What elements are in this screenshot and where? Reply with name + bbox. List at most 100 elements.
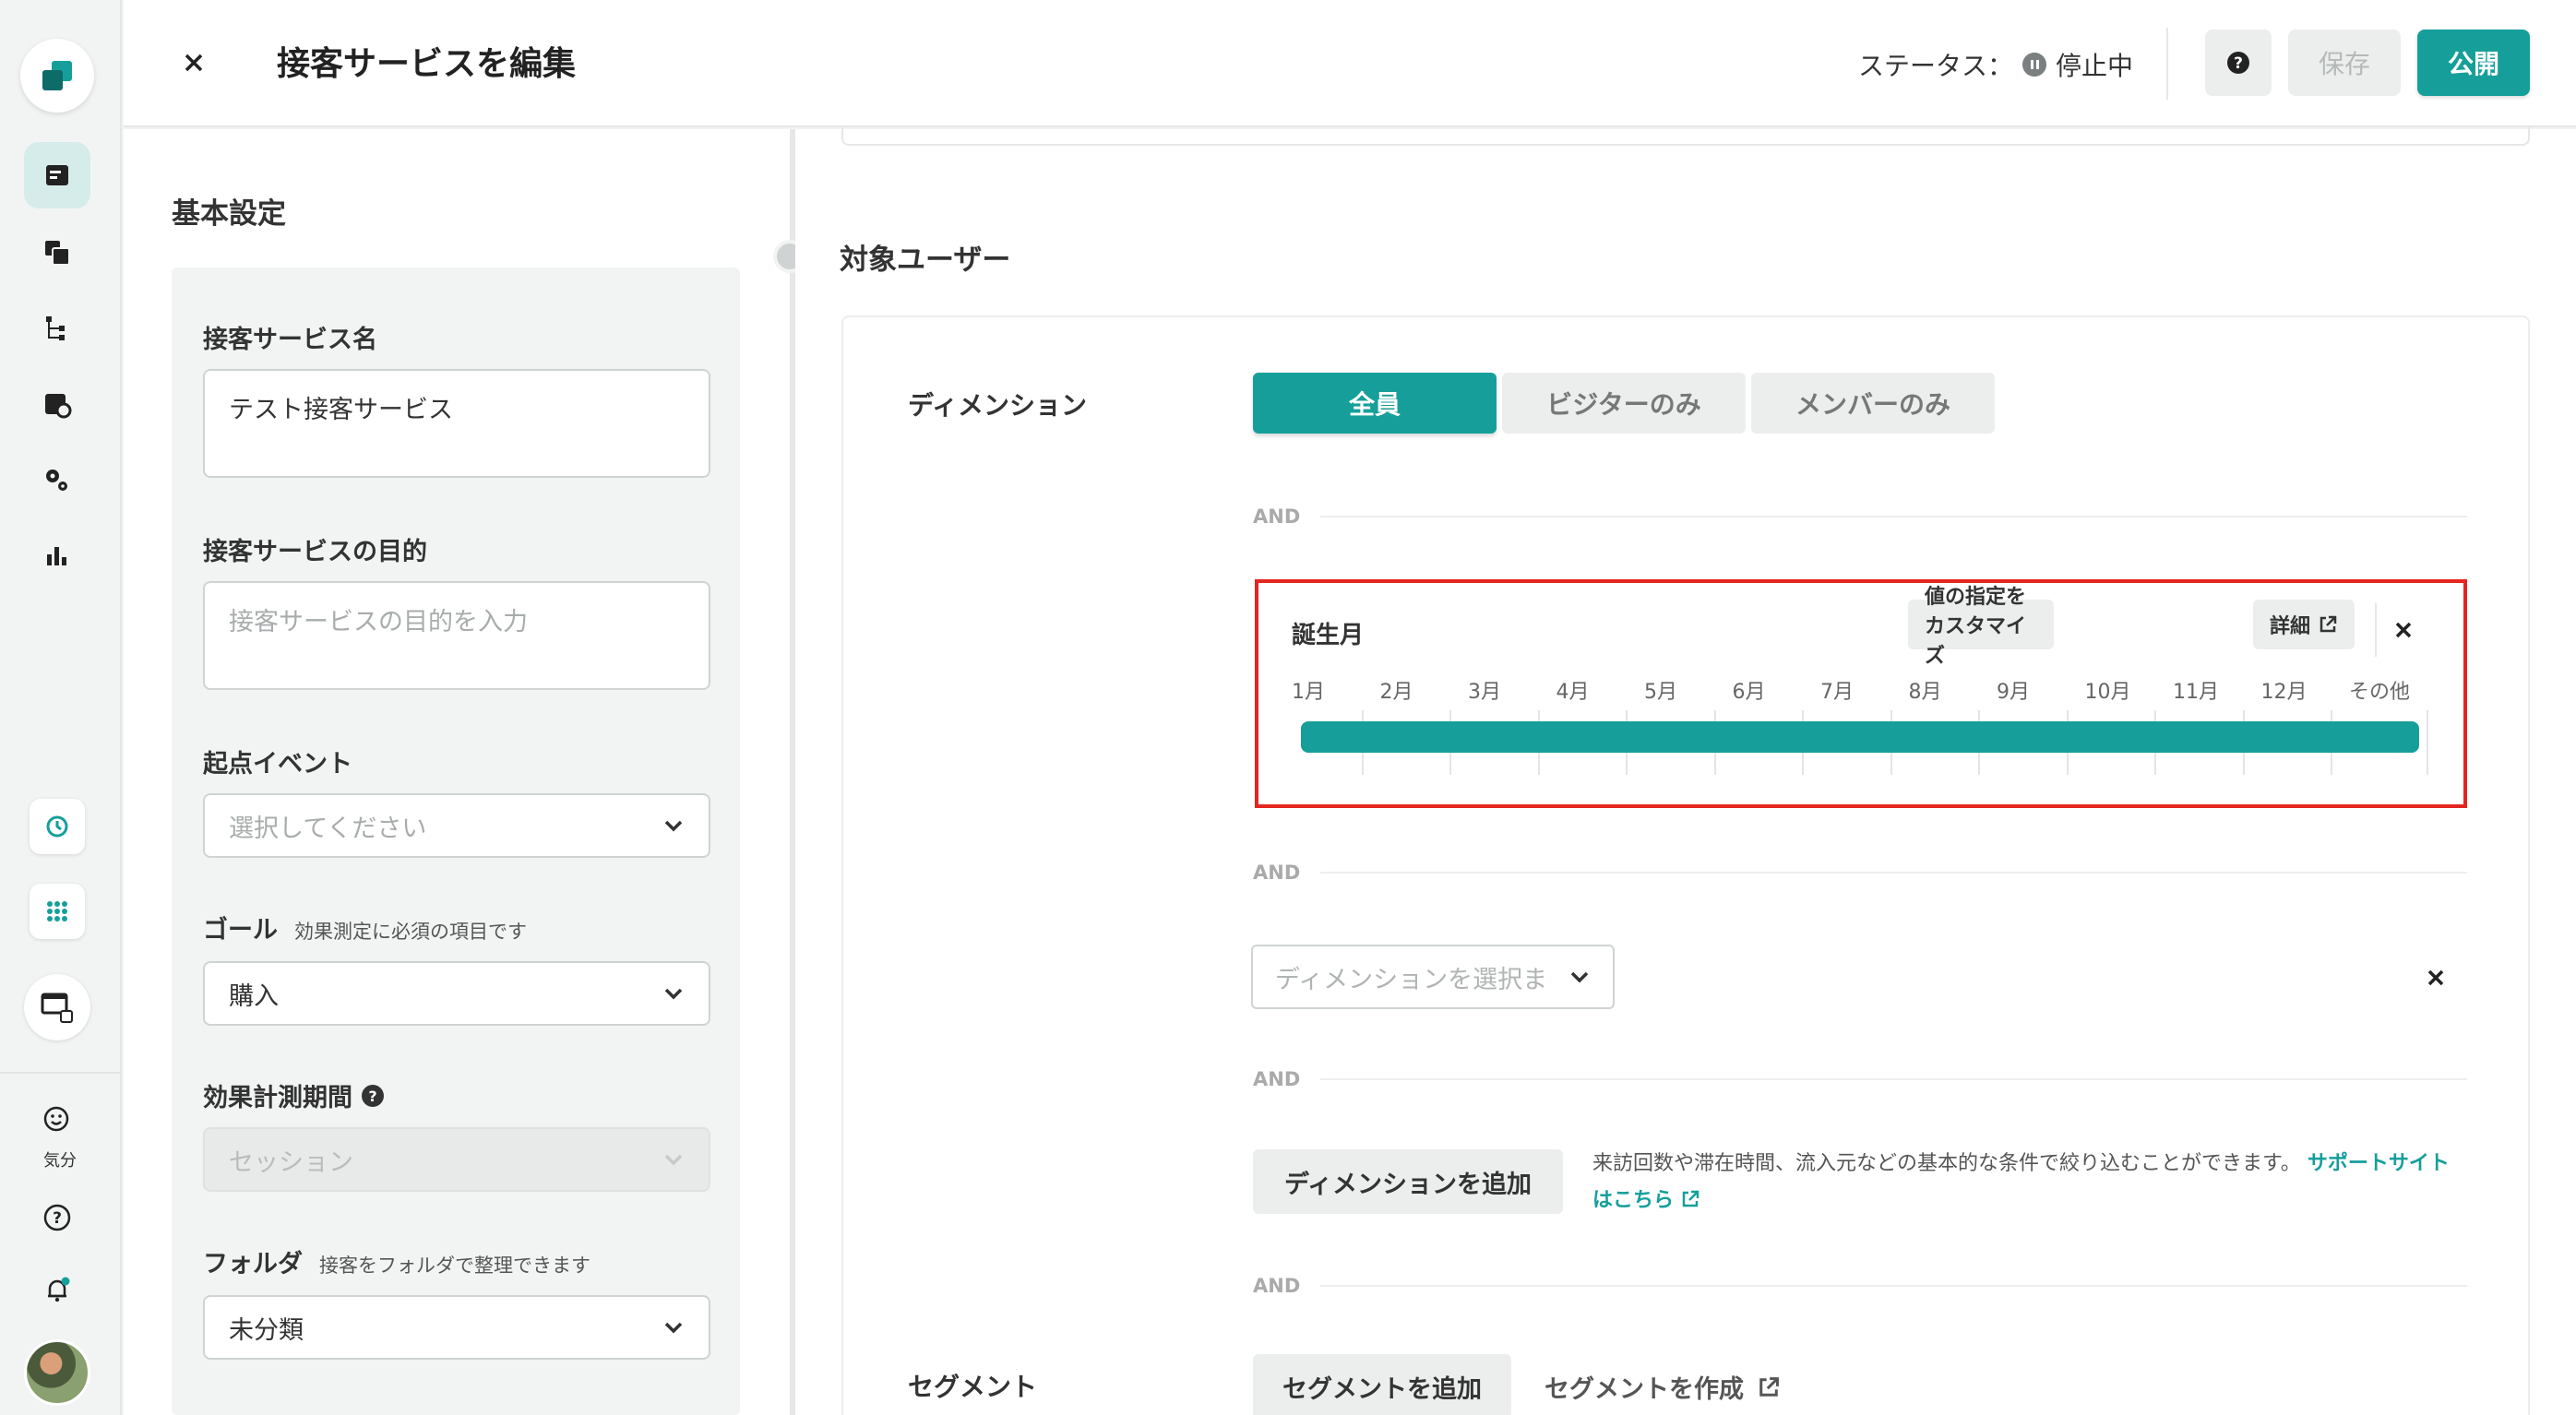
question-icon: ?	[2227, 52, 2249, 74]
period-value: セッション	[229, 1147, 353, 1177]
tab-visitors-only[interactable]: ビジターのみ	[1502, 373, 1746, 434]
mood-label: 気分	[43, 1151, 77, 1171]
app-logo[interactable]	[20, 39, 94, 113]
chevron-down-icon	[664, 988, 683, 1000]
notification-bell-icon[interactable]	[24, 1256, 90, 1323]
main-content: 対象ユーザー ディメンション 全員 ビジターのみ メンバーのみ AND 誕生月 …	[795, 127, 2576, 1415]
month-label: 8月	[1908, 681, 1942, 704]
pause-icon	[2022, 53, 2047, 77]
and-divider: AND	[1253, 1068, 2467, 1090]
start-event-label: 起点イベント	[203, 750, 352, 779]
add-dimension-button[interactable]: ディメンションを追加	[1253, 1149, 1563, 1214]
month-label: 7月	[1820, 681, 1854, 704]
top-bar: 接客サービスを編集 ステータス： 停止中 ? 保存 公開	[124, 0, 2576, 127]
nav-flow-icon[interactable]	[24, 295, 90, 362]
service-name-input[interactable]: テスト接客サービス	[203, 369, 710, 478]
status-label: ステータス：	[1858, 51, 2014, 81]
user-avatar[interactable]	[24, 1339, 90, 1406]
external-link-icon	[1759, 1376, 1779, 1397]
folder-label: フォルダ 接客をフォルダで整理できます	[203, 1243, 590, 1279]
start-event-placeholder: 選択してください	[229, 814, 427, 843]
nav-templates-icon[interactable]	[24, 220, 90, 286]
add-segment-button[interactable]: セグメントを追加	[1253, 1354, 1511, 1415]
nav-calendar-icon[interactable]	[24, 371, 90, 437]
nav-rail: 気分 ?	[0, 0, 122, 1415]
help-button[interactable]: ?	[2205, 30, 2272, 96]
customize-values-button[interactable]: 値の指定をカスタマイズ	[1908, 586, 2054, 668]
help-circle-icon[interactable]: ?	[24, 1184, 90, 1251]
month-label: 12月	[2260, 681, 2308, 704]
save-button[interactable]: 保存	[2288, 30, 2401, 96]
birthday-month-condition: 誕生月 値の指定をカスタマイズ 詳細 1月 2月 3月 4月 5月 6月 7月 8月 9月 10月…	[1255, 579, 2467, 808]
period-label-text: 効果計測期間	[203, 1084, 352, 1112]
month-label: 10月	[2084, 681, 2131, 704]
goal-sub-label: 効果測定に必須の項目です	[294, 921, 527, 943]
month-range-slider[interactable]	[1301, 721, 2419, 753]
svg-text:?: ?	[368, 1088, 376, 1105]
dimension-label: ディメンション	[908, 390, 1088, 421]
dimension-select[interactable]: ディメンションを選択ま	[1251, 945, 1615, 1009]
month-label: その他	[2349, 681, 2411, 704]
remove-condition-close-icon[interactable]	[2375, 603, 2430, 657]
svg-text:?: ?	[53, 1209, 62, 1228]
start-event-select[interactable]: 選択してください	[203, 793, 710, 858]
month-label: 4月	[1556, 681, 1590, 704]
apps-grid-icon[interactable]	[30, 884, 85, 939]
folder-label-text: フォルダ	[203, 1250, 303, 1278]
chevron-down-icon	[664, 820, 683, 832]
month-tick	[2427, 710, 2428, 775]
segment-label: セグメント	[908, 1372, 1038, 1402]
month-label: 5月	[1644, 681, 1677, 704]
nav-analytics-icon[interactable]	[24, 522, 90, 589]
remove-dimension-close-icon[interactable]	[2417, 959, 2454, 996]
previous-card-edge	[841, 127, 2530, 146]
goal-label-text: ゴール	[203, 916, 278, 945]
nav-settings-icon[interactable]	[24, 446, 90, 513]
dimension-select-placeholder: ディメンションを選択ま	[1275, 965, 1548, 994]
status-indicator: ステータス： 停止中	[1858, 46, 2133, 83]
mood-smile-icon[interactable]	[24, 1090, 90, 1146]
publish-button[interactable]: 公開	[2417, 30, 2530, 96]
history-icon[interactable]	[30, 799, 85, 854]
folder-value: 未分類	[229, 1315, 304, 1345]
rail-divider	[0, 1072, 122, 1074]
goal-value: 購入	[229, 981, 279, 1011]
status-value: 停止中	[2056, 51, 2134, 81]
detail-button[interactable]: 詳細	[2253, 600, 2355, 649]
target-users-title: 対象ユーザー	[840, 244, 1011, 277]
purpose-label: 接客サービスの目的	[203, 538, 427, 566]
month-label: 3月	[1468, 681, 1501, 704]
month-label: 6月	[1732, 681, 1766, 704]
page-title: 接客サービスを編集	[277, 45, 577, 83]
goal-label: ゴール 効果測定に必須の項目です	[203, 910, 527, 945]
month-label: 2月	[1379, 681, 1413, 704]
external-link-icon[interactable]	[1680, 1189, 1700, 1209]
month-label: 9月	[1997, 681, 2030, 704]
service-name-label: 接客サービス名	[203, 326, 377, 354]
period-label: 効果計測期間 ?	[203, 1077, 386, 1113]
create-segment-link[interactable]: セグメントを作成	[1544, 1369, 1781, 1405]
basic-settings-panel: 基本設定 接客サービス名 テスト接客サービス 接客サービスの目的 接客サービスの…	[124, 129, 790, 1415]
external-link-icon	[2320, 615, 2337, 633]
tab-all[interactable]: 全員	[1253, 373, 1497, 434]
folder-sub-label: 接客をフォルダで整理できます	[319, 1254, 590, 1277]
preview-window-icon[interactable]	[24, 974, 90, 1040]
header-divider	[2166, 28, 2168, 100]
folder-select[interactable]: 未分類	[203, 1295, 710, 1360]
nav-campaigns-icon[interactable]	[24, 142, 90, 208]
and-divider: AND	[1253, 505, 2467, 528]
month-label: 1月	[1292, 681, 1325, 704]
close-icon[interactable]	[172, 41, 216, 85]
purpose-input[interactable]: 接客サービスの目的を入力	[203, 581, 710, 690]
month-label: 11月	[2173, 681, 2219, 704]
chevron-down-icon	[1570, 971, 1589, 983]
audience-tabs: 全員 ビジターのみ メンバーのみ	[1253, 373, 1995, 434]
add-dimension-description: 来訪回数や滞在時間、流入元などの基本的な条件で絞り込むことができます。 サポート…	[1592, 1152, 2450, 1212]
tab-members-only[interactable]: メンバーのみ	[1751, 373, 1995, 434]
period-select: セッション	[203, 1127, 710, 1192]
info-question-icon[interactable]: ?	[360, 1083, 386, 1109]
chevron-down-icon	[664, 1322, 683, 1334]
goal-select[interactable]: 購入	[203, 961, 710, 1026]
and-divider: AND	[1253, 862, 2467, 884]
svg-text:?: ?	[2234, 54, 2243, 73]
